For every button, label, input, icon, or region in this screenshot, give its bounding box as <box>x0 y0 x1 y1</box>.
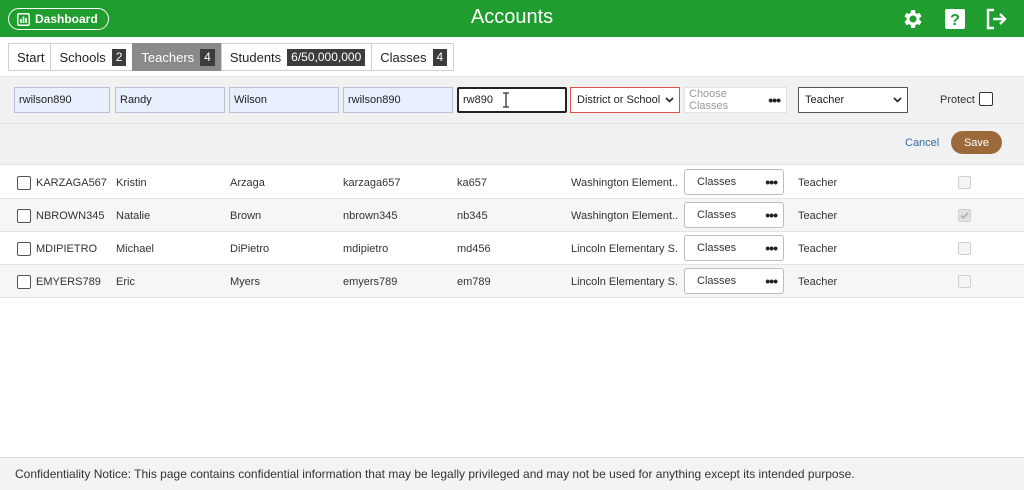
row-first-name: Natalie <box>116 210 151 222</box>
row-protect-checkbox <box>958 242 971 255</box>
role-select[interactable]: Teacher <box>798 87 908 113</box>
classes-label: Classes <box>697 275 737 287</box>
tab-label: Schools <box>59 49 106 65</box>
school-select[interactable]: District or School <box>570 87 680 113</box>
tab-start[interactable]: Start <box>8 43 51 71</box>
tab-label: Start <box>17 49 45 65</box>
row-password: nb345 <box>457 210 488 222</box>
row-classes-button[interactable]: Classes ••• <box>684 235 784 261</box>
row-last-name: Brown <box>230 210 262 222</box>
more-icon: ••• <box>765 174 778 190</box>
tab-teachers[interactable]: Teachers 4 <box>132 43 221 71</box>
last-name-input[interactable] <box>229 87 339 113</box>
protect-checkbox[interactable] <box>979 92 993 106</box>
account-tabs: Start Schools 2 Teachers 4 Students 6/50… <box>8 43 455 71</box>
first-name-input[interactable] <box>115 87 225 113</box>
row-login: karzaga657 <box>343 177 401 189</box>
row-username: MDIPIETRO <box>36 243 98 255</box>
chart-icon <box>17 12 30 26</box>
row-role: Teacher <box>798 243 838 255</box>
cancel-button[interactable]: Cancel <box>905 137 939 149</box>
gear-icon[interactable] <box>901 7 925 31</box>
chevron-down-icon <box>665 97 674 103</box>
confidentiality-notice: Confidentiality Notice: This page contai… <box>0 457 1024 490</box>
protect-label: Protect <box>940 94 975 106</box>
count-badge: 6/50,000,000 <box>287 48 366 66</box>
row-login: emyers789 <box>343 276 398 288</box>
count-badge: 4 <box>200 48 215 66</box>
row-protect-checkbox <box>958 275 971 288</box>
row-select-checkbox[interactable] <box>17 242 31 256</box>
row-password: md456 <box>457 243 491 255</box>
row-school: Lincoln Elementary S... <box>571 276 679 288</box>
save-button[interactable]: Save <box>951 131 1002 154</box>
classes-label: Classes <box>697 242 737 254</box>
chevron-down-icon <box>893 97 902 103</box>
dashboard-button[interactable]: Dashboard <box>8 8 109 30</box>
form-actions: Cancel Save <box>0 124 1024 165</box>
password-input[interactable] <box>457 87 567 113</box>
username-input[interactable] <box>14 87 110 113</box>
tab-students[interactable]: Students 6/50,000,000 <box>220 43 372 71</box>
row-first-name: Michael <box>116 243 154 255</box>
row-classes-button[interactable]: Classes ••• <box>684 268 784 294</box>
choose-classes-picker[interactable]: Choose Classes ••• <box>684 87 787 113</box>
count-badge: 2 <box>111 48 127 66</box>
tab-label: Teachers <box>141 49 195 65</box>
row-role: Teacher <box>798 276 838 288</box>
text-cursor-icon <box>503 92 509 108</box>
row-protect-checkbox <box>958 176 971 189</box>
row-school: Washington Element... <box>571 177 679 189</box>
row-select-checkbox[interactable] <box>17 209 31 223</box>
row-select-checkbox[interactable] <box>17 176 31 190</box>
row-first-name: Eric <box>116 276 135 288</box>
row-password: ka657 <box>457 177 487 189</box>
svg-text:?: ? <box>950 12 960 29</box>
logout-icon[interactable] <box>984 7 1008 31</box>
row-username: EMYERS789 <box>36 276 101 288</box>
row-classes-button[interactable]: Classes ••• <box>684 202 784 228</box>
classes-label: Classes <box>697 176 737 188</box>
more-icon: ••• <box>765 240 778 256</box>
login-input[interactable] <box>343 87 453 113</box>
row-first-name: Kristin <box>116 177 147 189</box>
row-username: NBROWN345 <box>36 210 105 222</box>
row-last-name: Myers <box>230 276 260 288</box>
role-select-value: Teacher <box>805 94 845 106</box>
more-icon: ••• <box>765 207 778 223</box>
row-role: Teacher <box>798 210 838 222</box>
table-row: NBROWN345 Natalie Brown nbrown345 nb345 … <box>0 199 1024 232</box>
new-teacher-form: District or School Choose Classes ••• Te… <box>0 76 1024 124</box>
table-row: MDIPIETRO Michael DiPietro mdipietro md4… <box>0 232 1024 265</box>
school-select-value: District or School <box>577 94 661 106</box>
help-icon[interactable]: ? <box>943 7 967 31</box>
tab-schools[interactable]: Schools 2 <box>50 43 133 71</box>
row-username: KARZAGA567 <box>36 177 107 189</box>
row-role: Teacher <box>798 177 838 189</box>
row-password: em789 <box>457 276 491 288</box>
tab-classes[interactable]: Classes 4 <box>371 43 455 71</box>
tab-label: Classes <box>380 49 427 65</box>
table-row: KARZAGA567 Kristin Arzaga karzaga657 ka6… <box>0 166 1024 199</box>
row-last-name: Arzaga <box>230 177 265 189</box>
classes-placeholder: Choose Classes <box>689 88 729 112</box>
row-last-name: DiPietro <box>230 243 270 255</box>
row-protect-checkbox <box>958 209 971 222</box>
row-login: mdipietro <box>343 243 389 255</box>
row-school: Washington Element... <box>571 210 679 222</box>
row-school: Lincoln Elementary S... <box>571 243 679 255</box>
count-badge: 4 <box>432 48 448 66</box>
classes-label: Classes <box>697 209 737 221</box>
more-icon: ••• <box>765 273 778 289</box>
check-icon <box>960 212 969 220</box>
page-title: Accounts <box>470 6 554 28</box>
tab-label: Students <box>229 49 282 65</box>
row-select-checkbox[interactable] <box>17 275 31 289</box>
row-login: nbrown345 <box>343 210 398 222</box>
dashboard-label: Dashboard <box>35 12 98 26</box>
row-classes-button[interactable]: Classes ••• <box>684 169 784 195</box>
more-icon: ••• <box>768 92 781 108</box>
table-row: EMYERS789 Eric Myers emyers789 em789 Lin… <box>0 265 1024 298</box>
app-header: Dashboard Accounts ? <box>0 0 1024 37</box>
